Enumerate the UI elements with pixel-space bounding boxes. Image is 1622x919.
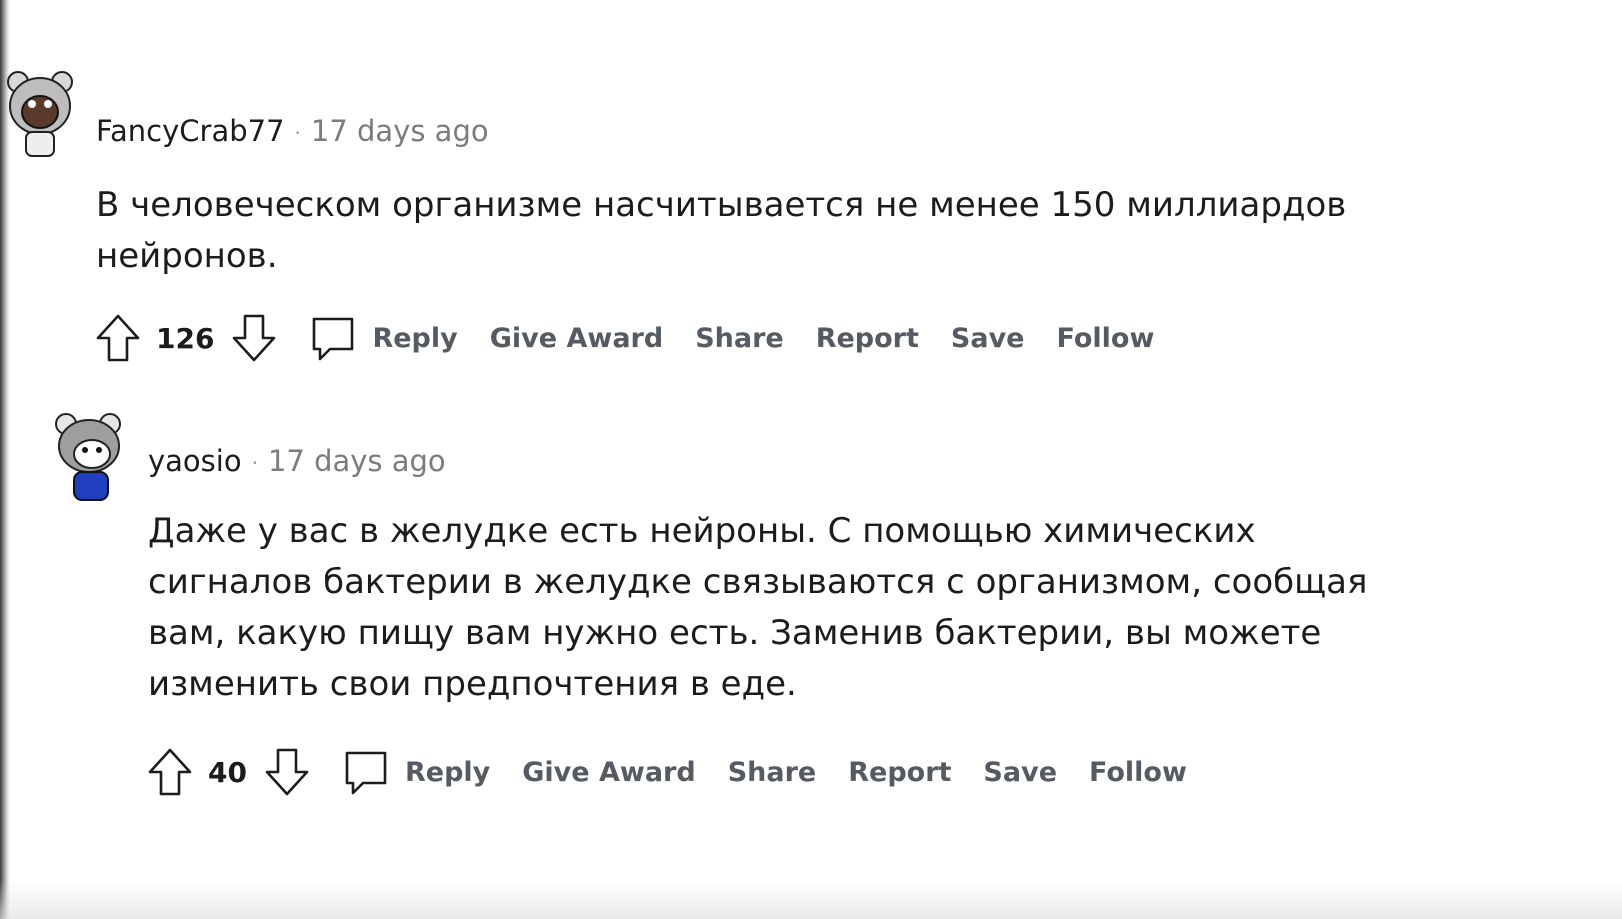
save-button[interactable]: Save <box>983 757 1057 788</box>
meta-separator: · <box>294 121 301 145</box>
upvote-icon[interactable] <box>94 312 142 364</box>
comment-meta: FancyCrab77 · 17 days ago <box>96 114 489 148</box>
report-button[interactable]: Report <box>816 323 919 354</box>
reply-button[interactable]: Reply <box>372 323 457 354</box>
comment-meta: yaosio · 17 days ago <box>148 444 446 478</box>
timestamp[interactable]: 17 days ago <box>311 114 489 148</box>
vote-score: 40 <box>208 755 247 789</box>
comment-actions: 40 Reply Give Award Share Report Save Fo… <box>146 742 1219 802</box>
give-award-button[interactable]: Give Award <box>490 323 663 354</box>
avatar[interactable] <box>52 412 126 504</box>
follow-button[interactable]: Follow <box>1056 323 1154 354</box>
comment-line: нейронов. <box>96 236 278 276</box>
give-award-button[interactable]: Give Award <box>522 757 695 788</box>
comment-bubble-icon[interactable] <box>341 747 391 797</box>
timestamp[interactable]: 17 days ago <box>268 444 446 478</box>
comment-body: В человеческом организме насчитывается н… <box>96 180 1346 282</box>
report-button[interactable]: Report <box>848 757 951 788</box>
vote-score: 126 <box>156 321 215 355</box>
avatar[interactable] <box>4 68 78 160</box>
page-bottom-shadow <box>0 879 1622 919</box>
downvote-icon[interactable] <box>230 312 278 364</box>
comment-line: изменить свои предпочтения в еде. <box>148 664 797 704</box>
meta-separator: · <box>251 451 258 475</box>
username[interactable]: yaosio <box>148 444 242 478</box>
comment-line: В человеческом организме насчитывается н… <box>96 185 1347 225</box>
comment-bubble-icon[interactable] <box>308 313 358 363</box>
save-button[interactable]: Save <box>951 323 1025 354</box>
share-button[interactable]: Share <box>728 757 817 788</box>
share-button[interactable]: Share <box>695 323 784 354</box>
comment-line: сигналов бактерии в желудке связываются … <box>148 562 1368 602</box>
comment-actions: 126 Reply Give Award Share Report Save F… <box>94 308 1186 368</box>
downvote-icon[interactable] <box>263 746 311 798</box>
comment-body: Даже у вас в желудке есть нейроны. С пом… <box>148 506 1367 710</box>
username[interactable]: FancyCrab77 <box>96 114 285 148</box>
comment-line: Даже у вас в желудке есть нейроны. С пом… <box>148 511 1256 551</box>
comment-line: вам, какую пищу вам нужно есть. Заменив … <box>148 613 1322 653</box>
reply-button[interactable]: Reply <box>405 757 490 788</box>
follow-button[interactable]: Follow <box>1089 757 1187 788</box>
upvote-icon[interactable] <box>146 746 194 798</box>
